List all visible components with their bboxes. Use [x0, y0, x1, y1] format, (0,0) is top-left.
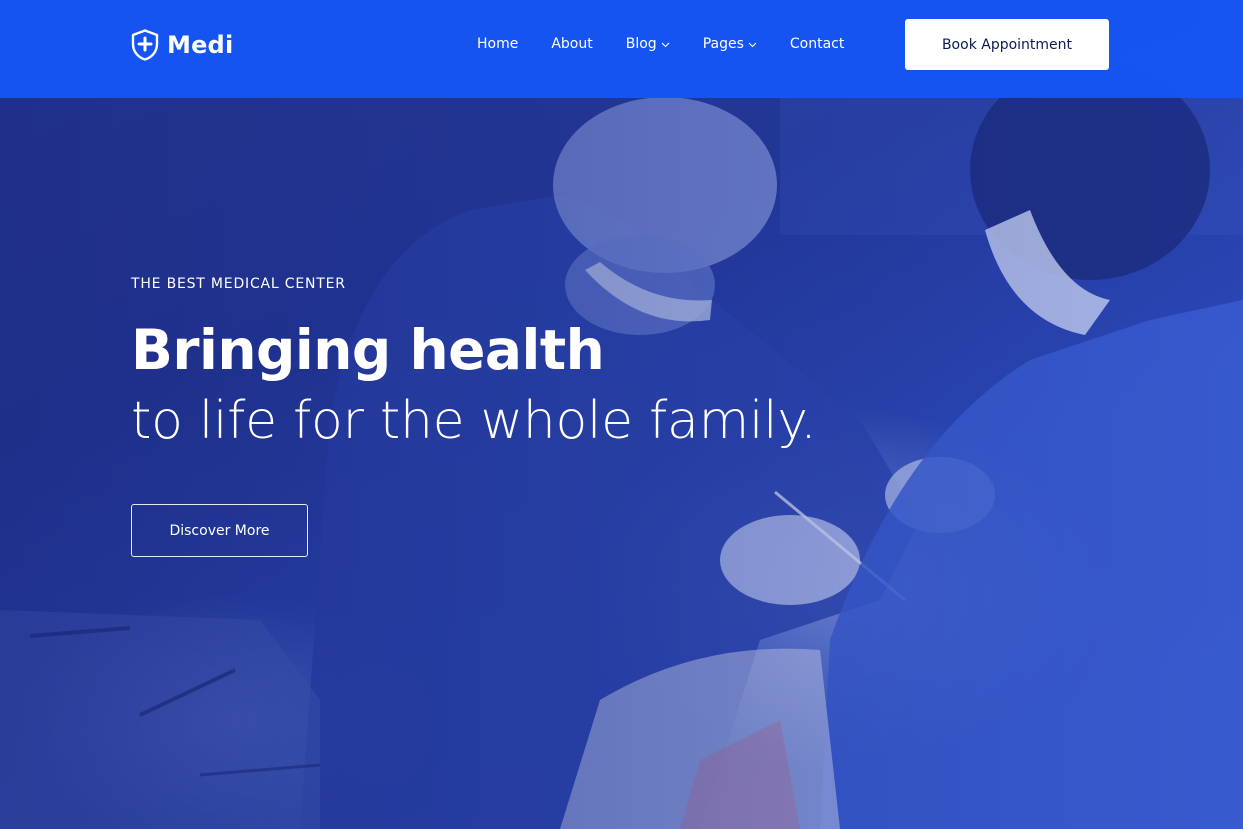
brand-name: Medi: [167, 31, 234, 59]
brand-logo[interactable]: Medi: [131, 29, 233, 61]
hero-eyebrow: THE BEST MEDICAL CENTER: [131, 276, 346, 292]
nav-item-label: Pages: [702, 36, 744, 52]
nav-item-label: About: [551, 36, 593, 52]
shield-plus-icon: [131, 29, 159, 61]
hero-subheadline: to life for the whole family.: [131, 391, 817, 451]
nav-item-label: Home: [477, 36, 519, 52]
nav-item-blog[interactable]: Blog: [626, 36, 670, 52]
hero-content: THE BEST MEDICAL CENTER Bringing health …: [131, 276, 817, 456]
nav-item-label: Blog: [625, 36, 657, 52]
main-nav: Home About Blog Pages Contact: [477, 34, 844, 54]
discover-more-button[interactable]: Discover More: [131, 504, 308, 557]
site-header: Medi Home About Blog Pages Contact Book …: [0, 0, 1243, 98]
hero-headline: Bringing health: [131, 318, 605, 382]
nav-item-about[interactable]: About: [551, 36, 592, 52]
nav-item-pages[interactable]: Pages: [703, 36, 757, 52]
nav-item-home[interactable]: Home: [477, 36, 518, 52]
nav-item-label: Contact: [789, 36, 845, 52]
book-appointment-button[interactable]: Book Appointment: [905, 19, 1109, 70]
chevron-down-icon: [748, 42, 757, 48]
nav-item-contact[interactable]: Contact: [790, 36, 844, 52]
chevron-down-icon: [661, 42, 670, 48]
